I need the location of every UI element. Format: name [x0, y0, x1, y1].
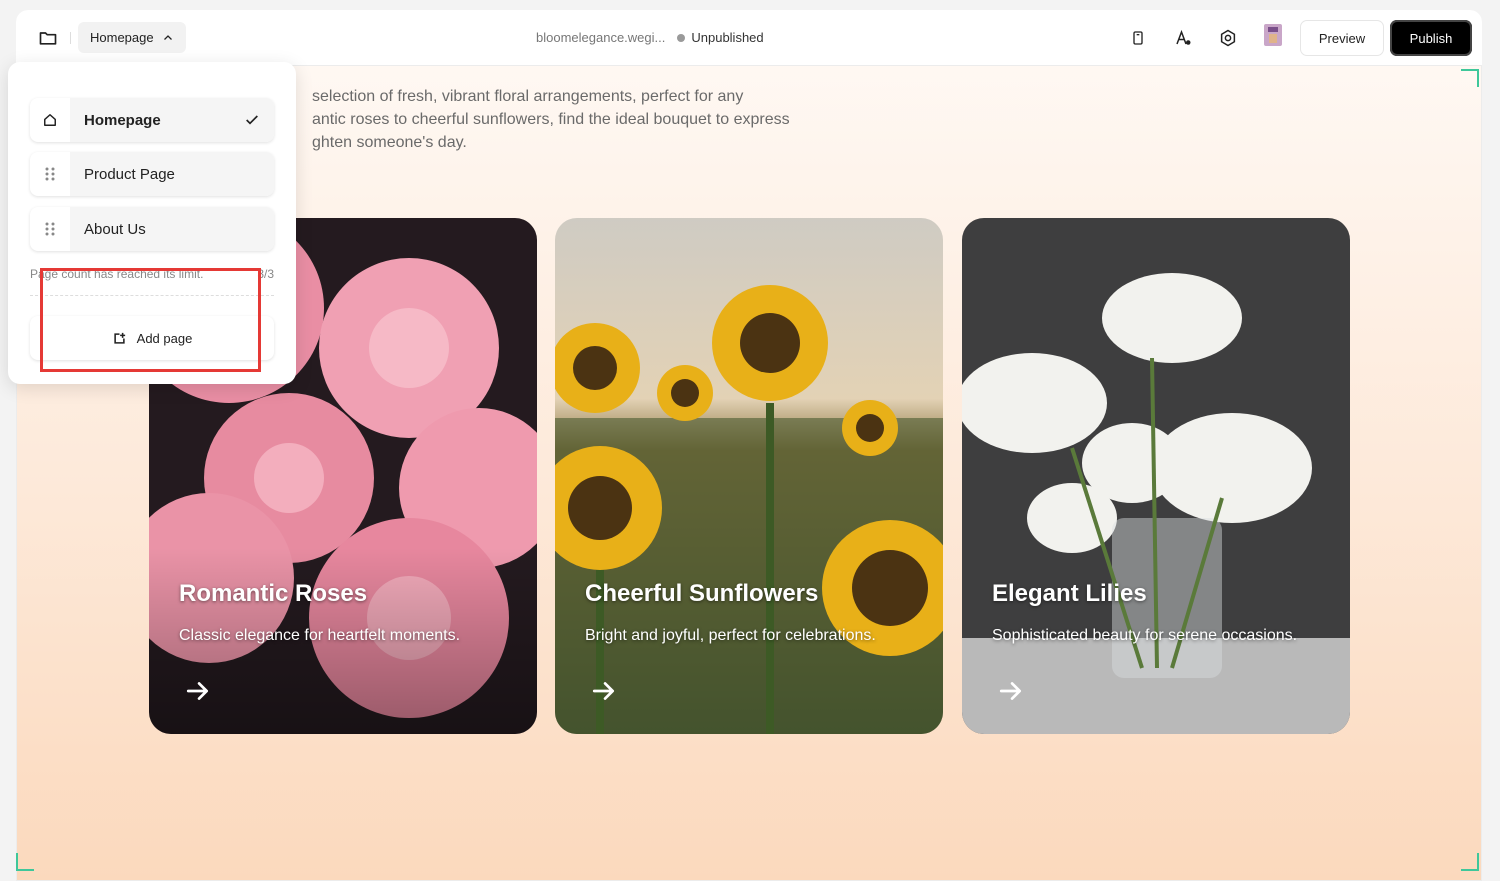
divider: [30, 295, 274, 296]
arrow-right-icon[interactable]: [998, 678, 1024, 704]
add-page-label: Add page: [136, 330, 193, 346]
check-icon: [246, 115, 258, 125]
publish-button[interactable]: Publish: [1390, 20, 1472, 56]
card-description: Sophisticated beauty for serene occasion…: [992, 627, 1298, 644]
page-item-label-box: About Us: [70, 207, 274, 251]
arrow-right-icon[interactable]: [591, 678, 617, 704]
page-item-about-us[interactable]: About Us: [30, 207, 274, 251]
intro-line: ghten someone's day.: [312, 134, 467, 151]
page-item-label: Homepage: [84, 111, 161, 129]
intro-line: antic roses to cheerful sunflowers, find…: [312, 111, 790, 128]
page-selector[interactable]: Homepage: [78, 22, 186, 53]
card-description: Classic elegance for heartfelt moments.: [179, 627, 461, 644]
page-selector-label: Homepage: [90, 30, 154, 45]
card-title: Romantic Roses: [179, 580, 368, 607]
preview-button[interactable]: Preview: [1300, 20, 1384, 56]
chevron-up-icon: [163, 34, 172, 40]
folder-icon[interactable]: [38, 28, 58, 48]
sunflowers-image: [555, 218, 943, 734]
home-icon: [30, 98, 70, 142]
site-info: bloomelegance.wegi... Unpublished: [536, 30, 764, 45]
product-card-lilies[interactable]: Elegant Lilies Sophisticated beauty for …: [962, 218, 1350, 734]
avatar[interactable]: [1264, 24, 1282, 46]
add-page-button[interactable]: Add page: [30, 316, 274, 360]
drag-handle-icon[interactable]: [30, 207, 70, 251]
page-item-homepage[interactable]: Homepage: [30, 98, 274, 142]
editor-topbar: Homepage bloomelegance.wegi... Unpublish…: [16, 10, 1482, 66]
drag-handle-icon[interactable]: [30, 152, 70, 196]
settings-icon[interactable]: [1217, 27, 1239, 49]
status-dot: [677, 33, 686, 42]
frame-corner-marker: [16, 853, 34, 871]
add-page-icon: [114, 332, 125, 344]
page-item-label: Product Page: [84, 165, 175, 183]
frame-corner-marker: [1461, 69, 1479, 87]
page-limit-count: 3/3: [257, 267, 274, 281]
mobile-icon[interactable]: [1127, 27, 1149, 49]
arrow-right-icon[interactable]: [185, 678, 211, 704]
page-item-label-box: Product Page: [70, 152, 274, 196]
font-style-icon[interactable]: [1172, 27, 1194, 49]
intro-text: selection of fresh, vibrant floral arran…: [312, 85, 832, 154]
site-url[interactable]: bloomelegance.wegi...: [536, 30, 665, 45]
publish-status: Unpublished: [677, 30, 764, 45]
pages-dropdown: Homepage Product Page About Us Page coun…: [8, 62, 296, 384]
status-label: Unpublished: [691, 30, 764, 45]
page-limit-text: Page count has reached its limit.: [30, 267, 204, 281]
page-item-label: About Us: [84, 220, 146, 238]
page-limit-notice: Page count has reached its limit. 3/3: [30, 267, 274, 281]
card-title: Cheerful Sunflowers: [585, 580, 819, 607]
card-description: Bright and joyful, perfect for celebrati…: [585, 627, 876, 644]
divider: [70, 32, 71, 44]
frame-corner-marker: [1461, 853, 1479, 871]
product-card-sunflowers[interactable]: Cheerful Sunflowers Bright and joyful, p…: [555, 218, 943, 734]
card-title: Elegant Lilies: [992, 580, 1147, 607]
intro-line: selection of fresh, vibrant floral arran…: [312, 88, 744, 105]
page-item-label-box: Homepage: [70, 98, 274, 142]
lilies-image: [962, 218, 1350, 734]
page-item-product-page[interactable]: Product Page: [30, 152, 274, 196]
